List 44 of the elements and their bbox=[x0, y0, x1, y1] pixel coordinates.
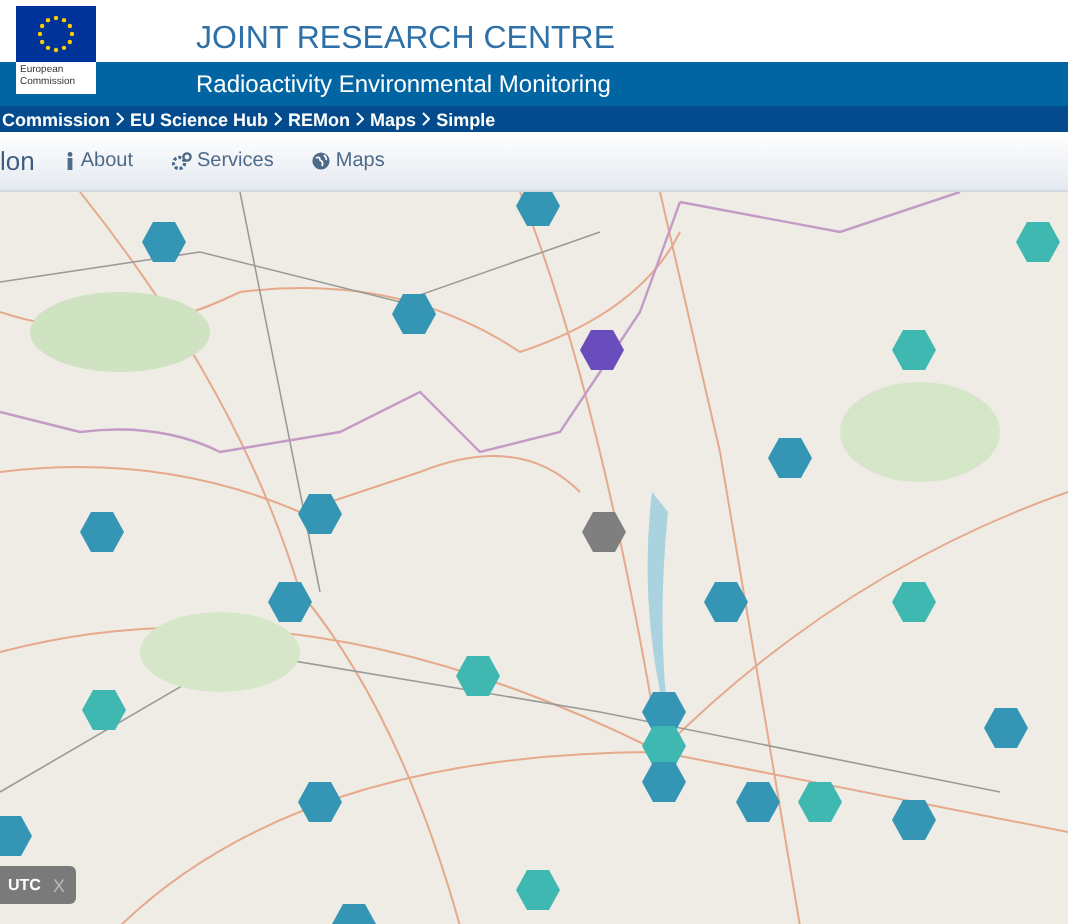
hexagon-marker[interactable] bbox=[456, 656, 500, 696]
hexagon-marker[interactable] bbox=[142, 222, 186, 262]
brand-text[interactable]: lon bbox=[0, 146, 35, 176]
breadcrumb-link[interactable]: EU Science Hub bbox=[130, 109, 269, 129]
hexagon-marker[interactable] bbox=[0, 816, 32, 856]
hexagon-marker[interactable] bbox=[298, 494, 342, 534]
hexagon-marker[interactable] bbox=[892, 330, 936, 370]
hexagon-marker[interactable] bbox=[298, 782, 342, 822]
breadcrumb-link[interactable]: Commission bbox=[2, 109, 111, 129]
hexagon-marker[interactable] bbox=[984, 708, 1028, 748]
nav-link[interactable]: Maps bbox=[311, 150, 385, 172]
hexagon-marker[interactable] bbox=[1016, 222, 1060, 262]
hexagon-marker[interactable] bbox=[892, 582, 936, 622]
breadcrumb-link[interactable]: REMon bbox=[288, 109, 351, 129]
hexagon-marker[interactable] bbox=[768, 438, 812, 478]
hexagon-marker[interactable] bbox=[736, 782, 780, 822]
info-icon bbox=[66, 152, 75, 170]
gears-icon bbox=[171, 152, 191, 170]
hexagon-marker[interactable] bbox=[642, 726, 686, 766]
breadcrumb-link[interactable]: Maps bbox=[370, 109, 417, 129]
chevron-icon bbox=[274, 112, 283, 126]
hexagon-marker[interactable] bbox=[798, 782, 842, 822]
nav-link[interactable]: About bbox=[66, 150, 133, 172]
utc-label: UTC bbox=[8, 876, 41, 894]
hexagon-marker[interactable] bbox=[582, 512, 626, 552]
chevron-icon bbox=[422, 112, 431, 126]
hexagon-marker[interactable] bbox=[392, 294, 436, 334]
globe-icon bbox=[311, 152, 330, 170]
hexagon-marker[interactable] bbox=[580, 330, 624, 370]
chevron-icon bbox=[356, 112, 365, 126]
hexagon-marker[interactable] bbox=[642, 762, 686, 802]
hexagon-marker[interactable] bbox=[268, 582, 312, 622]
nav-link[interactable]: Services bbox=[171, 150, 274, 172]
chevron-icon bbox=[116, 112, 125, 126]
flag-icon bbox=[16, 6, 96, 62]
site-subtitle: Radioactivity Environmental Monitoring bbox=[196, 70, 611, 98]
breadcrumb-link[interactable]: Simple bbox=[436, 109, 496, 129]
hexagon-marker[interactable] bbox=[892, 800, 936, 840]
hexagon-marker[interactable] bbox=[80, 512, 124, 552]
hexagon-marker[interactable] bbox=[516, 870, 560, 910]
map-tile[interactable]: UTC X bbox=[0, 192, 1068, 924]
hexagon-marker[interactable] bbox=[704, 582, 748, 622]
hexagon-marker[interactable] bbox=[82, 690, 126, 730]
site-title: JOINT RESEARCH CENTRE bbox=[196, 22, 616, 60]
